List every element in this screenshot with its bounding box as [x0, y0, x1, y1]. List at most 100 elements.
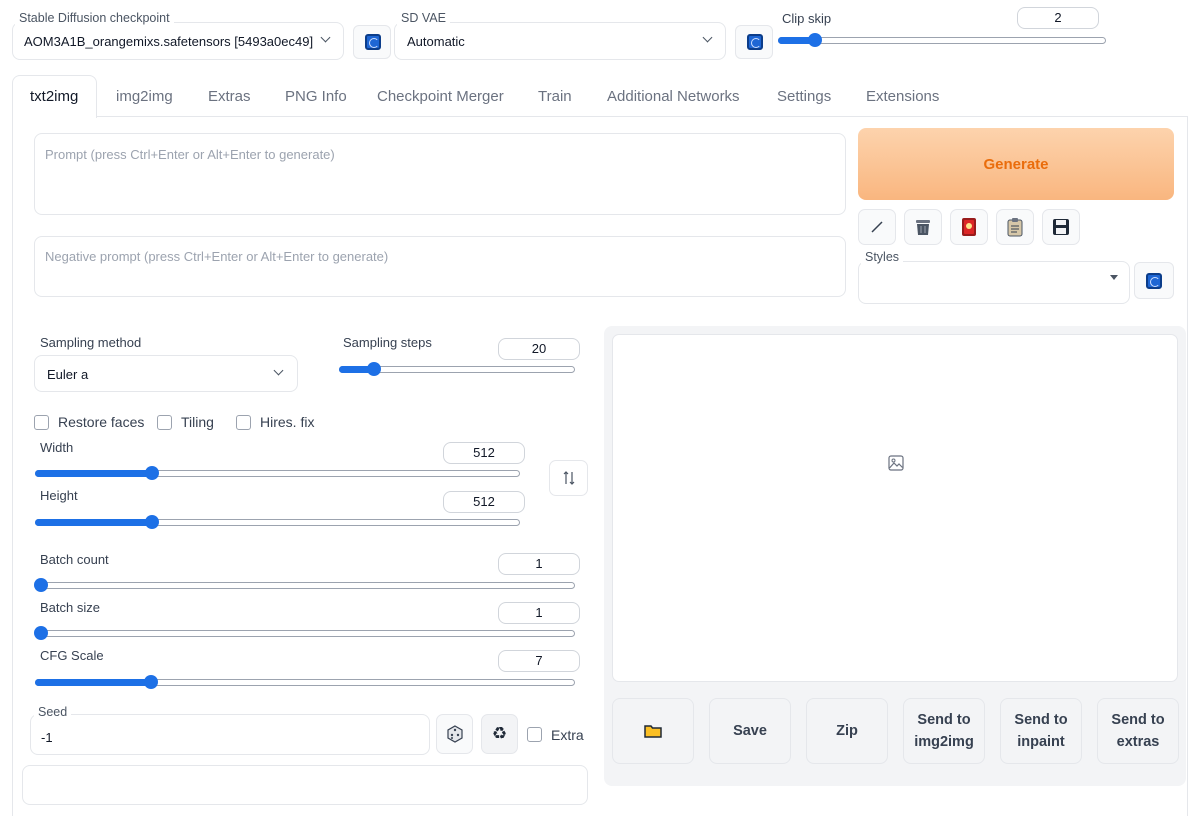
send-label-line2: inpaint [1017, 734, 1065, 750]
sampling-method-value: Euler a [47, 367, 89, 382]
tab-additional-networks[interactable]: Additional Networks [607, 88, 740, 105]
slider-thumb[interactable] [34, 626, 48, 640]
swap-dimensions-button[interactable] [549, 460, 588, 496]
swap-arrows-icon [563, 471, 574, 485]
trash-icon [916, 220, 930, 235]
dice-icon [446, 725, 463, 743]
width-label: Width [40, 440, 74, 455]
send-label-line2: img2img [914, 734, 974, 750]
generate-button[interactable]: Generate [858, 128, 1174, 200]
slider-thumb[interactable] [144, 675, 158, 689]
clip-skip-slider[interactable] [778, 33, 1106, 47]
slider-thumb[interactable] [145, 515, 159, 529]
apply-style-button[interactable] [996, 209, 1034, 245]
slider-fill [35, 679, 153, 686]
tab-extras[interactable]: Extras [208, 88, 251, 105]
batch-count-label: Batch count [40, 552, 109, 567]
tab-png-info[interactable]: PNG Info [285, 88, 347, 105]
send-to-inpaint-button[interactable]: Send to inpaint [1000, 698, 1082, 764]
script-dropdown[interactable] [22, 765, 588, 805]
batch-count-slider[interactable] [34, 578, 575, 592]
tab-settings[interactable]: Settings [777, 88, 831, 105]
prompt-placeholder: Prompt (press Ctrl+Enter or Alt+Enter to… [45, 147, 335, 162]
checkpoint-dropdown[interactable]: Stable Diffusion checkpoint AOM3A1B_oran… [12, 11, 344, 60]
seed-label: Seed [34, 705, 72, 719]
extra-seed-checkbox[interactable] [527, 727, 542, 742]
batch-size-input[interactable]: 1 [498, 602, 580, 624]
tab-checkpoint-merger[interactable]: Checkpoint Merger [377, 88, 504, 105]
refresh-icon [1146, 273, 1162, 289]
styles-label: Styles [861, 250, 904, 264]
recycle-icon: ♻ [491, 724, 508, 744]
save-button[interactable]: Save [709, 698, 791, 764]
clip-skip-input[interactable]: 2 [1017, 7, 1099, 29]
arrow-icon [871, 221, 883, 233]
output-gallery [612, 334, 1178, 682]
sampling-method-dropdown[interactable]: Euler a [34, 355, 298, 392]
clipboard-icon [1007, 218, 1023, 237]
slider-thumb[interactable] [34, 578, 48, 592]
extra-seed-label: Extra [551, 727, 584, 743]
send-to-extras-button[interactable]: Send to extras [1097, 698, 1179, 764]
clip-skip-label: Clip skip [782, 11, 832, 26]
vae-value: Automatic [407, 34, 465, 49]
sampling-steps-slider[interactable] [339, 362, 575, 376]
zip-button[interactable]: Zip [806, 698, 888, 764]
negative-prompt-input[interactable]: Negative prompt (press Ctrl+Enter or Alt… [34, 236, 846, 297]
chevron-down-icon [320, 32, 331, 43]
width-input[interactable]: 512 [443, 442, 525, 464]
prompt-input[interactable]: Prompt (press Ctrl+Enter or Alt+Enter to… [34, 133, 846, 215]
refresh-icon [747, 34, 763, 50]
slider-thumb[interactable] [808, 33, 822, 47]
tab-img2img[interactable]: img2img [116, 88, 173, 105]
tab-label: txt2img [30, 88, 79, 105]
styles-refresh-button[interactable] [1134, 262, 1174, 299]
hires-fix-checkbox[interactable] [236, 415, 251, 430]
image-placeholder-icon [888, 455, 904, 471]
cfg-scale-slider[interactable] [35, 675, 575, 689]
tab-train[interactable]: Train [538, 88, 572, 105]
seed-value: -1 [41, 730, 53, 745]
batch-size-slider[interactable] [34, 626, 575, 640]
slider-thumb[interactable] [367, 362, 381, 376]
save-label: Save [733, 723, 767, 739]
vae-refresh-button[interactable] [735, 25, 773, 59]
tiling-checkbox[interactable] [157, 415, 172, 430]
checkpoint-label: Stable Diffusion checkpoint [15, 11, 174, 25]
chevron-down-icon [273, 365, 284, 376]
tab-txt2img[interactable]: txt2img [12, 75, 97, 118]
height-label: Height [40, 488, 78, 503]
random-seed-button[interactable] [436, 714, 473, 754]
batch-size-label: Batch size [40, 600, 100, 615]
send-label-line1: Send to [917, 712, 971, 728]
height-slider[interactable] [35, 515, 520, 529]
checkpoint-refresh-button[interactable] [353, 25, 391, 59]
open-folder-button[interactable] [612, 698, 694, 764]
vae-dropdown[interactable]: SD VAE Automatic [394, 11, 726, 60]
floppy-disk-icon [1053, 219, 1069, 235]
save-style-button[interactable] [1042, 209, 1080, 245]
cfg-scale-label: CFG Scale [40, 648, 104, 663]
zip-label: Zip [836, 723, 858, 739]
read-params-button[interactable] [858, 209, 896, 245]
extra-networks-button[interactable] [950, 209, 988, 245]
tab-extensions[interactable]: Extensions [866, 88, 939, 105]
refresh-icon [365, 34, 381, 50]
sampling-method-label: Sampling method [40, 335, 142, 350]
send-to-img2img-button[interactable]: Send to img2img [903, 698, 985, 764]
seed-input[interactable]: Seed -1 [30, 705, 430, 755]
reuse-seed-button[interactable]: ♻ [481, 714, 518, 754]
cfg-scale-input[interactable]: 7 [498, 650, 580, 672]
restore-faces-checkbox[interactable] [34, 415, 49, 430]
send-label-line1: Send to [1014, 712, 1068, 728]
sampling-steps-input[interactable]: 20 [498, 338, 580, 360]
batch-count-input[interactable]: 1 [498, 553, 580, 575]
height-input[interactable]: 512 [443, 491, 525, 513]
width-slider[interactable] [35, 466, 520, 480]
generate-label: Generate [983, 155, 1049, 173]
styles-dropdown[interactable]: Styles [858, 250, 1130, 304]
slider-thumb[interactable] [145, 466, 159, 480]
chevron-down-icon [702, 32, 713, 43]
clear-prompt-button[interactable] [904, 209, 942, 245]
hires-fix-label: Hires. fix [260, 414, 315, 430]
